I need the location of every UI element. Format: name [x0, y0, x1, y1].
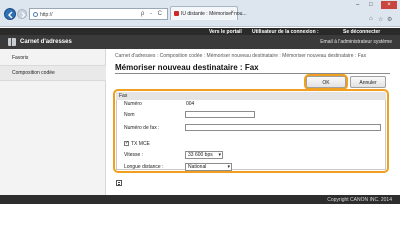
favorites-star-icon[interactable]: ☆: [378, 16, 383, 23]
footer: Copyright CANON INC. 2014: [0, 195, 400, 204]
copyright-text: Copyright CANON INC. 2014: [327, 197, 392, 203]
home-icon[interactable]: ⌂: [369, 16, 373, 22]
favicon-icon: [174, 11, 179, 16]
browser-tab[interactable]: IU distante : Mémoriser nou... ×: [170, 6, 247, 20]
tx-mce-checkbox[interactable]: [124, 140, 129, 146]
app-header: Carnet d'adresses Email à l'administrate…: [0, 35, 400, 49]
ok-button[interactable]: OK: [306, 76, 346, 88]
address-bar[interactable]: http:// ρ - C: [29, 8, 168, 20]
browser-chrome: http:// ρ - C IU distante : Mémoriser no…: [0, 0, 400, 27]
back-button[interactable]: [4, 8, 16, 20]
address-book-icon: [8, 38, 16, 46]
minimize-icon[interactable]: –: [356, 2, 359, 8]
top-bar: Vers le portail Utilisateur de la connex…: [0, 28, 400, 35]
sidebar-item-favoris[interactable]: Favoris: [0, 51, 106, 66]
longue-distance-value: National: [188, 164, 207, 170]
cancel-button[interactable]: Annuler: [350, 76, 386, 88]
forward-button[interactable]: [17, 9, 27, 19]
arrow-left-icon: [8, 11, 13, 19]
breadcrumb: Carnet d'adresses : Composition codée : …: [115, 53, 367, 59]
chevron-down-icon: ▾: [227, 164, 230, 170]
vitesse-value: 33 600 bps: [188, 152, 213, 158]
search-refresh-icons[interactable]: ρ - C: [141, 11, 164, 17]
nom-label: Nom: [124, 112, 135, 118]
nom-input[interactable]: [185, 111, 255, 118]
arrow-right-icon: [21, 12, 26, 18]
numero-value: 004: [186, 101, 195, 107]
title-divider: [115, 73, 390, 74]
maximize-icon[interactable]: □: [369, 2, 373, 8]
longue-distance-label: Longue distance :: [124, 164, 164, 170]
sidebar: Favoris Composition codée: [0, 49, 106, 195]
globe-icon: [33, 12, 38, 17]
longue-distance-select[interactable]: National ▾: [185, 163, 232, 171]
page-top-icon[interactable]: [116, 180, 122, 186]
page-title: Mémoriser nouveau destinataire : Fax: [115, 63, 259, 72]
admin-mail-link[interactable]: Email à l'administrateur système: [320, 39, 392, 45]
fax-number-label: Numéro de fax :: [124, 125, 160, 131]
tx-mce-label: TX MCE: [131, 141, 150, 147]
chevron-down-icon: ▾: [218, 152, 221, 158]
tab-close-icon[interactable]: ×: [230, 10, 234, 16]
vitesse-label: Vitesse :: [124, 152, 144, 158]
tab-title: IU distante : Mémoriser nou...: [181, 11, 247, 17]
numero-label: Numéro: [124, 101, 142, 107]
sidebar-item-composition-codee[interactable]: Composition codée: [0, 66, 106, 81]
header-title: Carnet d'adresses: [20, 39, 72, 45]
fax-highlight-frame: [113, 89, 389, 173]
gear-icon[interactable]: ⚙: [387, 16, 392, 23]
fax-number-input[interactable]: [185, 124, 381, 131]
close-window-icon[interactable]: ×: [381, 1, 397, 9]
vitesse-select[interactable]: 33 600 bps ▾: [185, 151, 223, 159]
address-text: http://: [40, 12, 53, 18]
